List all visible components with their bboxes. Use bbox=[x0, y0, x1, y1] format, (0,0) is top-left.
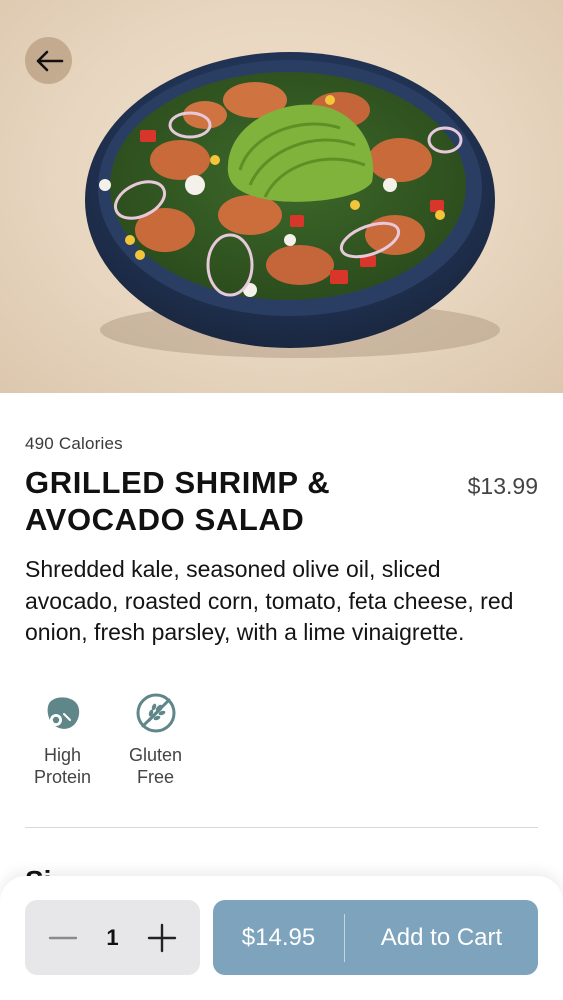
increase-quantity-button[interactable] bbox=[146, 922, 178, 954]
badge-label-line: Free bbox=[136, 767, 174, 787]
dietary-badges: High Protein Gluten Free bbox=[25, 692, 193, 788]
badge-high-protein: High Protein bbox=[25, 692, 100, 788]
arrow-left-icon bbox=[36, 50, 63, 71]
badge-gluten-free-label: Gluten Free bbox=[129, 744, 182, 788]
item-title: GRILLED SHRIMP & AVOCADO SALAD bbox=[25, 465, 331, 537]
item-price: $13.99 bbox=[467, 473, 538, 499]
badge-label-line: High bbox=[43, 745, 81, 765]
salad-bowl-photo bbox=[85, 52, 500, 358]
badge-high-protein-label: High Protein bbox=[34, 744, 91, 788]
badge-label-line: Protein bbox=[33, 767, 92, 787]
add-to-cart-label: Add to Cart bbox=[380, 923, 503, 951]
cart-action-bar: 1 $14.95 Add to Cart bbox=[0, 876, 563, 1000]
cart-total-price: $14.95 bbox=[241, 923, 316, 951]
quantity-stepper: 1 bbox=[25, 900, 200, 975]
gluten-free-icon bbox=[136, 693, 175, 733]
badge-gluten-free: Gluten Free bbox=[118, 692, 193, 788]
calories-label: 490 Calories bbox=[25, 434, 123, 453]
back-button[interactable] bbox=[25, 37, 72, 84]
quantity-value: 1 bbox=[106, 924, 119, 950]
badge-label-line: Gluten bbox=[128, 745, 183, 765]
item-description: Shredded kale, seasoned olive oil, slice… bbox=[25, 556, 514, 645]
minus-icon bbox=[48, 936, 78, 939]
high-protein-icon bbox=[47, 697, 79, 729]
hero-image bbox=[0, 0, 563, 393]
plus-icon bbox=[147, 923, 177, 952]
decrease-quantity-button[interactable] bbox=[47, 922, 79, 954]
add-to-cart-button[interactable]: $14.95 Add to Cart bbox=[213, 900, 538, 975]
section-divider bbox=[25, 827, 538, 828]
